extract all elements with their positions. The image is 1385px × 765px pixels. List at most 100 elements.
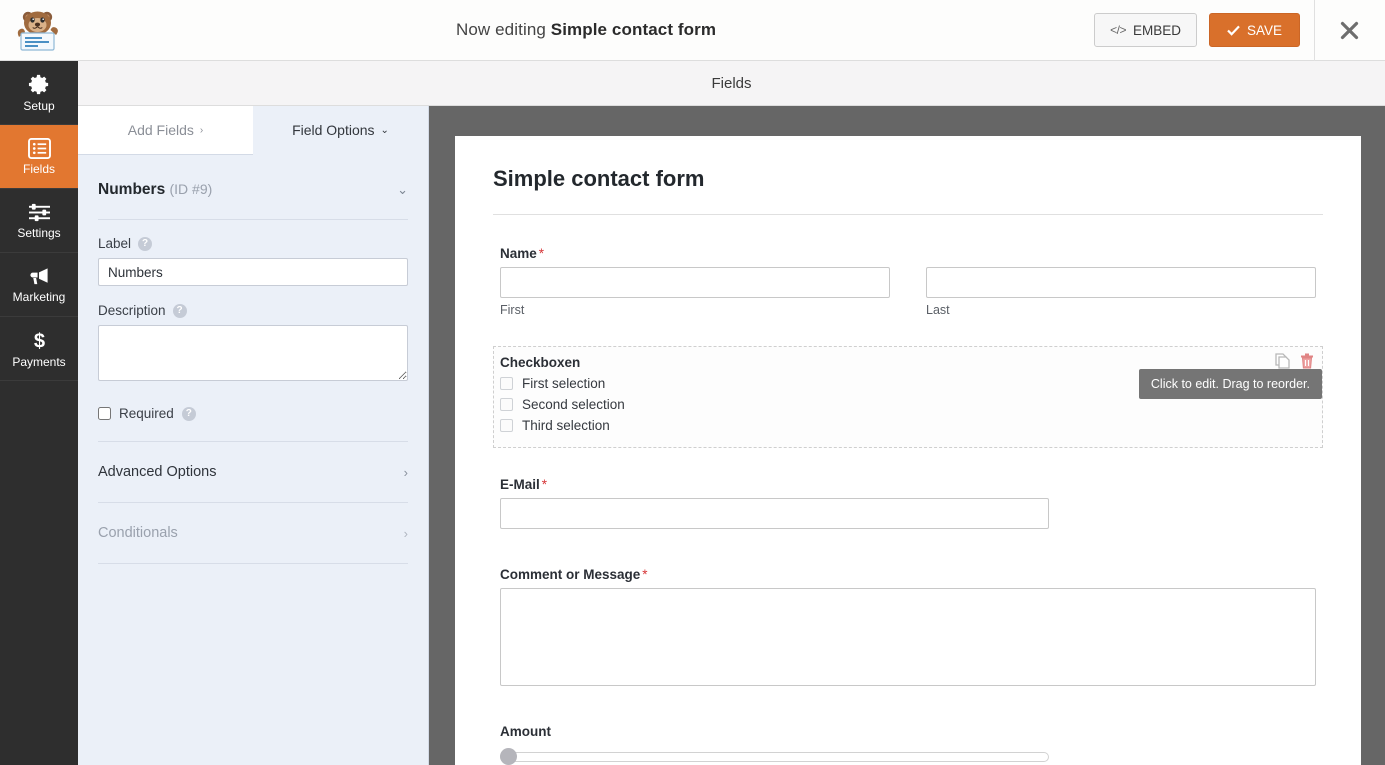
field-options-panel: Add Fields › Field Options ⌄ Numbers (ID…: [78, 106, 429, 765]
sidebar-item-label: Payments: [12, 356, 65, 368]
wpforms-builder: Now editing Simple contact form </> EMBE…: [0, 0, 1385, 765]
checkbox-option-label: Second selection: [522, 397, 625, 412]
field-id: (ID #9): [170, 181, 213, 197]
trash-icon[interactable]: [1300, 353, 1314, 369]
help-icon[interactable]: ?: [173, 304, 187, 318]
sidebar-item-setup[interactable]: Setup: [0, 61, 78, 125]
field-title-text: Numbers: [98, 181, 165, 198]
preview-field-amount[interactable]: Amount Ausgewählter Wert: 0: [493, 715, 1323, 765]
label-option-label: Label ?: [98, 236, 408, 251]
checkbox-square-icon[interactable]: [500, 377, 513, 390]
sidebar-item-payments[interactable]: $ Payments: [0, 317, 78, 381]
accordion-conditionals[interactable]: Conditionals ›: [98, 503, 408, 564]
sidebar-item-marketing[interactable]: Marketing: [0, 253, 78, 317]
name-last-group: Last: [926, 267, 1316, 317]
required-asterisk: *: [539, 246, 544, 261]
tab-add-fields[interactable]: Add Fields ›: [78, 106, 253, 155]
chevron-right-icon: ›: [200, 125, 203, 136]
checkbox-square-icon[interactable]: [500, 398, 513, 411]
checkbox-option-label: First selection: [522, 376, 605, 391]
description-textarea[interactable]: [98, 325, 408, 381]
code-icon: </>: [1110, 23, 1126, 37]
amount-slider[interactable]: [500, 745, 1316, 765]
header-divider: [1314, 0, 1315, 61]
close-builder-button[interactable]: [1327, 0, 1371, 61]
save-button-label: SAVE: [1247, 23, 1282, 38]
list-icon: [28, 138, 51, 159]
sidebar-item-label: Settings: [17, 227, 60, 239]
editing-form-name: Simple contact form: [551, 20, 716, 39]
sidebar-item-fields[interactable]: Fields: [0, 125, 78, 189]
tab-field-options[interactable]: Field Options ⌄: [253, 106, 428, 155]
embed-button[interactable]: </> EMBED: [1094, 13, 1197, 47]
checkbox-option-row[interactable]: Second selection: [500, 397, 1316, 412]
name-first-input[interactable]: [500, 267, 890, 298]
preview-field-checkboxen-label: Checkboxen: [500, 355, 1316, 370]
field-hover-tooltip: Click to edit. Drag to reorder.: [1139, 369, 1322, 399]
tab-field-options-label: Field Options: [292, 122, 374, 138]
checkbox-option-label: Third selection: [522, 418, 610, 433]
form-preview-card: Simple contact form Name* First Last: [455, 136, 1361, 765]
accordion-conditionals-label: Conditionals: [98, 525, 178, 541]
label-option-text: Label: [98, 236, 131, 251]
sidebar-item-label: Fields: [23, 163, 55, 175]
accordion-advanced-options-label: Advanced Options: [98, 464, 217, 480]
name-label-text: Name: [500, 246, 537, 261]
required-option-label: Required: [119, 406, 174, 421]
name-first-group: First: [500, 267, 890, 317]
field-options-header[interactable]: Numbers (ID #9) ⌄: [98, 155, 408, 220]
preview-field-amount-label: Amount: [500, 724, 1316, 739]
chevron-right-icon: ›: [404, 465, 408, 480]
required-checkbox[interactable]: [98, 407, 111, 420]
close-icon: [1340, 21, 1359, 40]
amount-slider-thumb[interactable]: [500, 748, 517, 765]
dollar-icon: $: [28, 329, 51, 352]
field-title: Numbers (ID #9): [98, 181, 212, 199]
preview-field-checkboxen[interactable]: Click to edit. Drag to reorder. Checkbox…: [493, 346, 1323, 448]
svg-text:$: $: [33, 331, 44, 352]
name-last-sublabel: Last: [926, 303, 1316, 317]
chevron-down-icon: ⌄: [381, 125, 389, 136]
name-first-sublabel: First: [500, 303, 890, 317]
message-label-text: Comment or Message: [500, 567, 640, 582]
builder-sidebar: Setup Fields Settings: [0, 61, 78, 765]
sidebar-item-label: Setup: [23, 100, 54, 112]
sidebar-item-settings[interactable]: Settings: [0, 189, 78, 253]
wpforms-logo: [0, 0, 78, 61]
panel-title-label: Fields: [711, 75, 751, 92]
required-asterisk: *: [542, 477, 547, 492]
name-last-input[interactable]: [926, 267, 1316, 298]
field-options-body: Label ? Description ? Required ?: [78, 220, 428, 442]
gear-icon: [28, 73, 51, 96]
preview-field-name[interactable]: Name* First Last: [493, 237, 1323, 326]
required-asterisk: *: [642, 567, 647, 582]
preview-field-message-label: Comment or Message*: [500, 567, 1316, 582]
help-icon[interactable]: ?: [182, 407, 196, 421]
megaphone-icon: [27, 266, 51, 287]
wpforms-bear-logo-icon: [13, 7, 65, 53]
collapse-chevron-down-icon: ⌄: [397, 182, 408, 198]
embed-button-label: EMBED: [1133, 23, 1181, 38]
sliders-icon: [28, 202, 51, 223]
sidebar-item-label: Marketing: [13, 291, 66, 303]
email-input[interactable]: [500, 498, 1049, 529]
label-input[interactable]: [98, 258, 408, 286]
required-option-row[interactable]: Required ?: [98, 386, 408, 442]
name-subfields: First Last: [500, 267, 1316, 317]
field-action-icons: [1275, 353, 1314, 369]
form-preview-title: Simple contact form: [493, 166, 1323, 215]
form-preview-area: Simple contact form Name* First Last: [429, 106, 1385, 765]
checkbox-square-icon[interactable]: [500, 419, 513, 432]
preview-field-email[interactable]: E-Mail*: [493, 468, 1323, 538]
description-option-text: Description: [98, 303, 166, 318]
help-icon[interactable]: ?: [138, 237, 152, 251]
amount-slider-track[interactable]: [500, 752, 1049, 762]
accordion-advanced-options[interactable]: Advanced Options ›: [98, 442, 408, 503]
save-button[interactable]: SAVE: [1209, 13, 1300, 47]
duplicate-icon[interactable]: [1275, 353, 1290, 369]
panel-tabs: Add Fields › Field Options ⌄: [78, 106, 428, 155]
checkbox-option-row[interactable]: Third selection: [500, 418, 1316, 433]
preview-field-message[interactable]: Comment or Message*: [493, 558, 1323, 695]
message-textarea[interactable]: [500, 588, 1316, 686]
chevron-right-icon: ›: [404, 526, 408, 541]
